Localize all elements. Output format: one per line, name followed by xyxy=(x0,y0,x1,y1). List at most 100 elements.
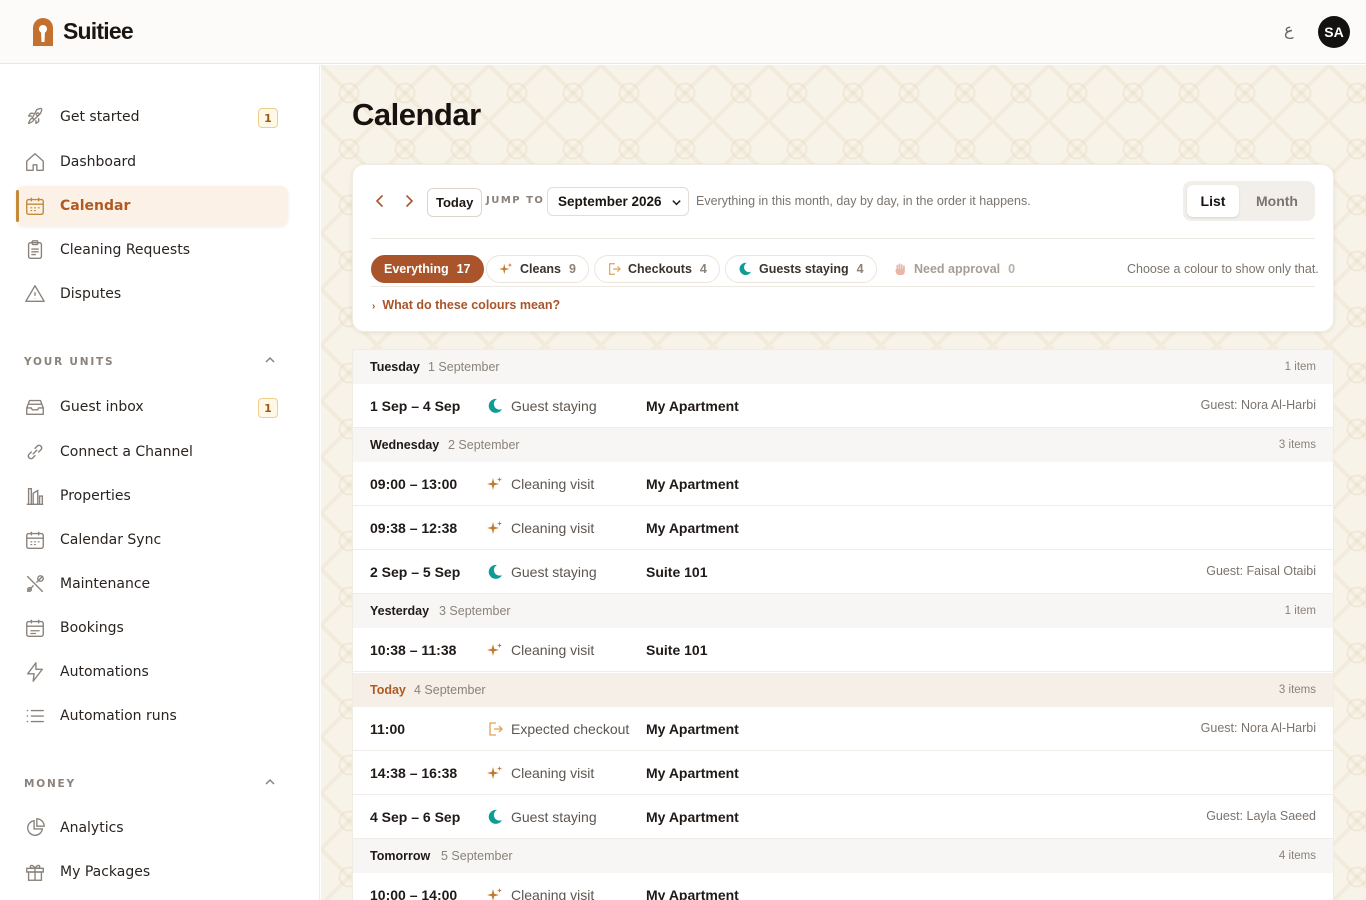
filter-chip-need-approval[interactable]: Need approval 0 xyxy=(880,255,1029,283)
day-header: Wednesday 2 September 3 items xyxy=(353,428,1333,462)
row-time: 14:38 – 16:38 xyxy=(370,765,458,781)
moon-icon xyxy=(488,564,502,579)
view-toggle: List Month xyxy=(1183,181,1315,221)
logo[interactable]: Suitiee xyxy=(30,16,134,48)
sparkle-icon xyxy=(487,521,502,534)
colour-legend-toggle[interactable]: › What do these colours mean? xyxy=(372,298,560,312)
agenda-row[interactable]: 14:38 – 16:38 Cleaning visit My Apartmen… xyxy=(353,751,1333,795)
sidebar-item-disputes[interactable]: Disputes xyxy=(16,274,288,314)
agenda-row[interactable]: 10:00 – 14:00 Cleaning visit My Apartmen… xyxy=(353,873,1333,900)
month-select-value: September 2026 xyxy=(558,194,662,209)
row-kind: Cleaning visit xyxy=(511,520,595,536)
calendar-icon xyxy=(26,197,44,215)
chevron-up-icon[interactable] xyxy=(264,354,276,366)
agenda-row[interactable]: 09:38 – 12:38 Cleaning visit My Apartmen… xyxy=(353,506,1333,550)
prev-month-button[interactable] xyxy=(371,192,389,210)
sidebar-item-my-packages[interactable]: My Packages xyxy=(16,852,288,892)
agenda-row[interactable]: 1 Sep – 4 Sep Guest staying My Apartment… xyxy=(353,384,1333,428)
sidebar-item-label: Dashboard xyxy=(60,154,136,170)
next-month-button[interactable] xyxy=(400,192,418,210)
view-month-button[interactable]: Month xyxy=(1243,185,1311,217)
sidebar-item-dashboard[interactable]: Dashboard xyxy=(16,142,288,182)
row-kind: Cleaning visit xyxy=(511,642,595,658)
row-unit: My Apartment xyxy=(646,809,739,825)
chip-label: Cleans xyxy=(520,262,561,276)
today-button[interactable]: Today xyxy=(427,188,483,217)
agenda-row[interactable]: 09:00 – 13:00 Cleaning visit My Apartmen… xyxy=(353,462,1333,506)
sidebar-item-label: Automations xyxy=(60,664,149,680)
sidebar-item-connect-channel[interactable]: Connect a Channel xyxy=(16,432,288,472)
moon-icon xyxy=(488,398,502,413)
top-bar: Suitiee ع SA xyxy=(0,0,1366,64)
hand-icon xyxy=(895,263,905,276)
agenda-row[interactable]: 10:38 – 11:38 Cleaning visit Suite 101 xyxy=(353,628,1333,672)
sidebar-item-calendar[interactable]: Calendar xyxy=(16,186,288,226)
row-guest: Guest: Nora Al-Harbi xyxy=(1200,721,1316,735)
avatar[interactable]: SA xyxy=(1318,16,1350,48)
sidebar-item-calendar-sync[interactable]: Calendar Sync xyxy=(16,520,288,560)
agenda-row[interactable]: 2 Sep – 5 Sep Guest staying Suite 101 Gu… xyxy=(353,550,1333,594)
chevron-up-icon[interactable] xyxy=(264,776,276,788)
sidebar-item-automations[interactable]: Automations xyxy=(16,652,288,692)
filter-chip-guests-staying[interactable]: Guests staying 4 xyxy=(725,255,877,283)
filter-chip-checkouts[interactable]: Checkouts 4 xyxy=(594,255,720,283)
bolt-icon xyxy=(26,662,44,682)
keyhole-logo-icon xyxy=(33,17,53,46)
chip-count: 9 xyxy=(569,262,576,276)
list-icon xyxy=(26,709,44,723)
sidebar-item-automation-runs[interactable]: Automation runs xyxy=(16,696,288,736)
filter-chip-cleans[interactable]: Cleans 9 xyxy=(486,255,589,283)
calendar-sync-icon xyxy=(26,531,44,549)
sidebar: Get started 1 Dashboard Calendar Cleanin… xyxy=(0,65,320,900)
row-unit: My Apartment xyxy=(646,721,739,737)
chip-count: 0 xyxy=(1008,262,1016,276)
sidebar-item-properties[interactable]: Properties xyxy=(16,476,288,516)
language-toggle[interactable]: ع xyxy=(1284,20,1294,39)
section-label: MONEY xyxy=(24,778,76,790)
row-unit: My Apartment xyxy=(646,765,739,781)
chip-count: 4 xyxy=(856,262,864,276)
month-select[interactable]: September 2026 xyxy=(547,187,689,216)
sidebar-item-bookings[interactable]: Bookings xyxy=(16,608,288,648)
main-content: Calendar Today JUMP TO September 2026 Ev… xyxy=(321,65,1366,900)
day-header: Tomorrow 5 September 4 items xyxy=(353,839,1333,873)
sidebar-item-get-started[interactable]: Get started 1 xyxy=(16,97,288,137)
section-your-units[interactable]: YOUR UNITS xyxy=(24,356,280,368)
day-date: 1 September xyxy=(428,360,500,374)
sidebar-item-label: Disputes xyxy=(60,286,122,302)
divider xyxy=(371,238,1315,239)
view-list-button[interactable]: List xyxy=(1187,185,1239,217)
sidebar-item-label: My Packages xyxy=(60,864,151,880)
inbox-icon xyxy=(26,399,44,416)
app-name: Suitiee xyxy=(63,18,134,44)
agenda-row[interactable]: 11:00 Expected checkout My Apartment Gue… xyxy=(353,707,1333,751)
day-header: Yesterday 3 September 1 item xyxy=(353,594,1333,628)
day-item-count: 1 item xyxy=(1284,361,1316,373)
building-icon xyxy=(26,487,44,505)
sidebar-item-guest-inbox[interactable]: Guest inbox 1 xyxy=(16,387,288,427)
sidebar-item-label: Analytics xyxy=(60,820,124,836)
row-kind: Cleaning visit xyxy=(511,476,595,492)
row-unit: Suite 101 xyxy=(646,564,708,580)
sidebar-item-label: Calendar Sync xyxy=(60,532,162,548)
row-time: 11:00 xyxy=(370,721,406,737)
chip-label: Need approval xyxy=(914,262,1001,276)
row-time: 4 Sep – 6 Sep xyxy=(370,809,461,825)
day-item-count: 1 item xyxy=(1284,605,1316,617)
agenda-list: Tuesday 1 September 1 item 1 Sep – 4 Sep… xyxy=(352,349,1334,900)
day-name: Tuesday xyxy=(370,360,420,374)
sidebar-item-analytics[interactable]: Analytics xyxy=(16,808,288,848)
chevron-down-icon xyxy=(672,200,681,206)
sidebar-item-cleaning-requests[interactable]: Cleaning Requests xyxy=(16,230,288,270)
agenda-row[interactable]: 4 Sep – 6 Sep Guest staying My Apartment… xyxy=(353,795,1333,839)
checkout-icon xyxy=(489,722,503,736)
row-kind: Guest staying xyxy=(511,398,597,414)
chevron-right-icon xyxy=(406,195,414,207)
chip-count: 17 xyxy=(456,262,471,276)
chevron-left-icon xyxy=(375,195,383,207)
sidebar-item-maintenance[interactable]: Maintenance xyxy=(16,564,288,604)
page-title: Calendar xyxy=(352,97,481,132)
row-unit: My Apartment xyxy=(646,520,739,536)
section-money[interactable]: MONEY xyxy=(24,778,280,790)
filter-chip-everything[interactable]: Everything 17 xyxy=(371,255,484,283)
